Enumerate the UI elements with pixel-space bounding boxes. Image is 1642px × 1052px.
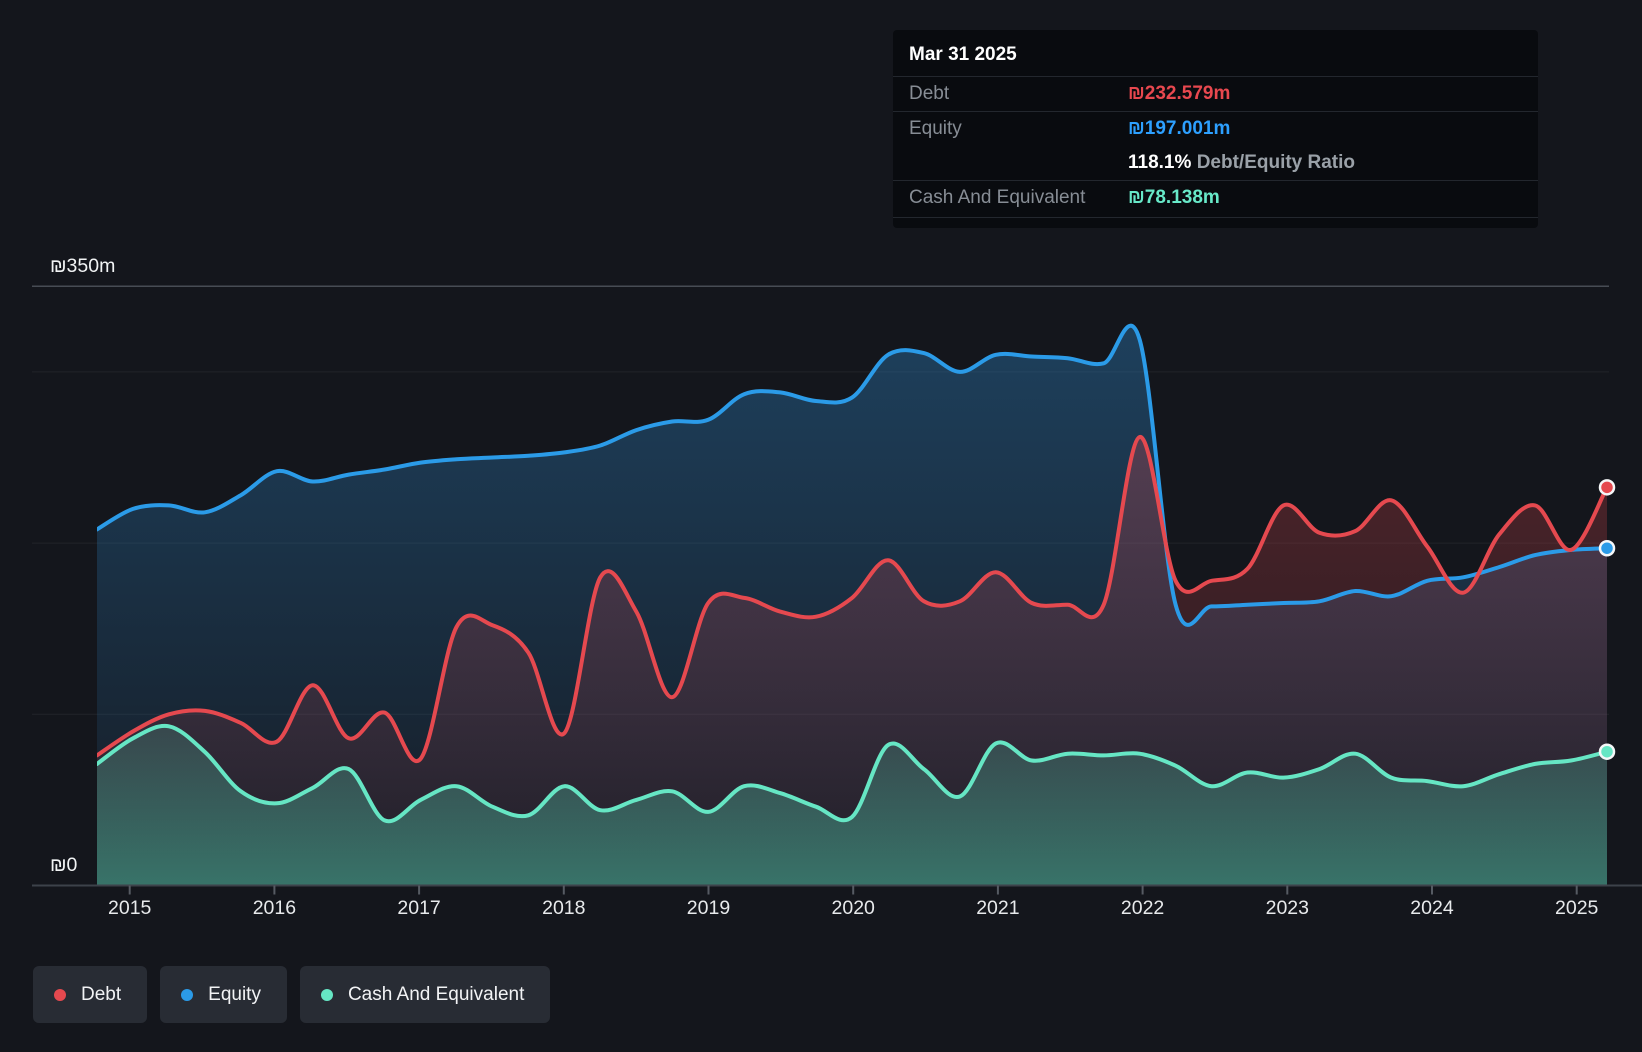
legend-equity-label: Equity <box>208 984 261 1006</box>
tooltip-debt-label: Debt <box>909 83 1128 105</box>
x-tick-label-2025: 2025 <box>1555 897 1599 919</box>
x-tick-label-2018: 2018 <box>542 897 585 919</box>
cash-end-marker <box>1600 745 1614 759</box>
debt-end-marker <box>1600 480 1614 494</box>
legend-item-equity[interactable]: Equity <box>160 966 287 1023</box>
debt-dot-icon <box>54 989 66 1001</box>
tooltip-ratio-value: 118.1% <box>1128 152 1191 173</box>
tooltip-equity-value: ₪197.001m <box>1128 118 1522 140</box>
tooltip: Mar 31 2025 Debt ₪232.579m Equity ₪197.0… <box>893 30 1538 228</box>
tooltip-row-equity: Equity ₪197.001m <box>893 111 1538 146</box>
y-axis-label-0: ₪0 <box>50 854 78 876</box>
y-axis-label-350: ₪350m <box>50 255 115 277</box>
x-tick-label-2019: 2019 <box>687 897 730 919</box>
tooltip-equity-label: Equity <box>909 118 1128 140</box>
x-tick-label-2015: 2015 <box>108 897 152 919</box>
x-tick-label-2023: 2023 <box>1266 897 1309 919</box>
tooltip-cash-value: ₪78.138m <box>1128 187 1522 209</box>
equity-dot-icon <box>181 989 193 1001</box>
tooltip-date: Mar 31 2025 <box>893 30 1538 76</box>
tooltip-ratio: 118.1% Debt/Equity Ratio <box>1128 152 1522 174</box>
x-tick-label-2020: 2020 <box>832 897 876 919</box>
page: 2015 2016 2017 2018 2019 2020 2021 2022 2023 2024… <box>0 0 1642 1052</box>
tooltip-row-cash: Cash And Equivalent ₪78.138m <box>893 180 1538 218</box>
x-tick-label-2021: 2021 <box>976 897 1019 919</box>
legend-item-debt[interactable]: Debt <box>33 966 147 1023</box>
equity-end-marker <box>1600 541 1614 555</box>
tooltip-row-debt: Debt ₪232.579m <box>893 76 1538 111</box>
x-tick-label-2016: 2016 <box>253 897 296 919</box>
x-tick-label-2017: 2017 <box>397 897 440 919</box>
legend: Debt Equity Cash And Equivalent <box>33 966 550 1023</box>
x-tick-label-2022: 2022 <box>1121 897 1164 919</box>
tooltip-ratio-label: Debt/Equity Ratio <box>1197 152 1355 173</box>
legend-debt-label: Debt <box>81 984 121 1006</box>
legend-item-cash[interactable]: Cash And Equivalent <box>300 966 550 1023</box>
cash-dot-icon <box>321 989 333 1001</box>
tooltip-row-ratio: 118.1% Debt/Equity Ratio <box>893 146 1538 180</box>
tooltip-cash-label: Cash And Equivalent <box>909 187 1128 209</box>
tooltip-debt-value: ₪232.579m <box>1128 83 1522 105</box>
legend-cash-label: Cash And Equivalent <box>348 984 524 1006</box>
x-tick-label-2024: 2024 <box>1410 897 1454 919</box>
